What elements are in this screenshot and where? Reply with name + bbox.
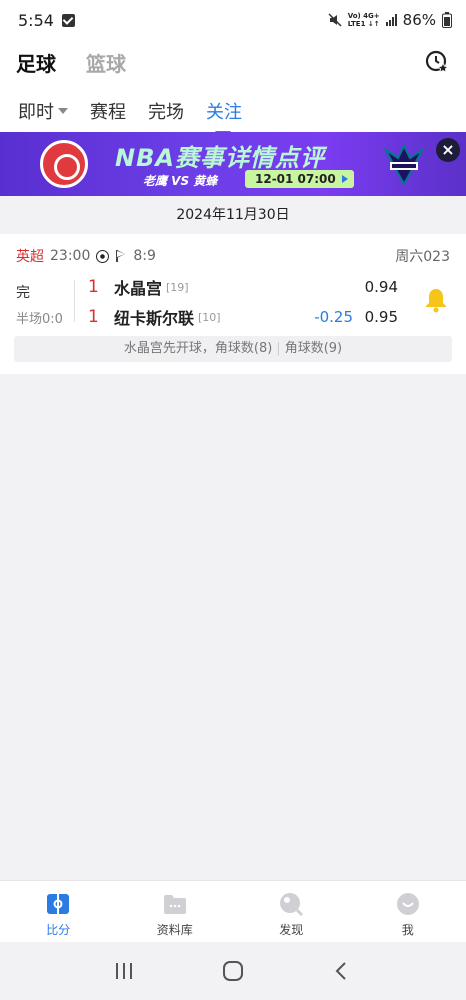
home-icon[interactable] xyxy=(222,960,244,982)
match-code: 周六023 xyxy=(395,249,450,265)
notification-check-icon xyxy=(61,13,75,27)
tab-live[interactable]: 即时 xyxy=(18,98,68,124)
folder-icon xyxy=(163,895,186,914)
match-status: 完 半场0:0 xyxy=(16,282,63,327)
nav-discover[interactable]: 发现 xyxy=(233,881,350,942)
corner-count: 8:9 xyxy=(133,248,156,264)
away-team-row: 1 纽卡斯尔联 [10] -0.25 0.95 xyxy=(88,306,408,328)
nav-scores[interactable]: 比分 xyxy=(0,881,117,942)
battery-icon xyxy=(442,12,452,28)
banner-close-button[interactable]: × xyxy=(436,138,460,162)
away-team-rank: [10] xyxy=(198,310,221,324)
home-team-row: 1 水晶宫 [19] 0.94 xyxy=(88,276,408,298)
signal-icon xyxy=(385,14,397,26)
sport-tabs: 足球 篮球 xyxy=(0,40,466,84)
bottom-navigation: 比分 资料库 发现 我 xyxy=(0,880,466,942)
home-team-name: 水晶宫 xyxy=(114,279,163,298)
league-name: 英超 xyxy=(16,249,44,265)
hornets-logo xyxy=(383,143,425,187)
half-time-score: 半场0:0 xyxy=(16,312,63,327)
away-odds: 0.95 xyxy=(364,308,398,326)
banner-matchup: 老鹰 VS 黄蜂 xyxy=(143,174,218,188)
banner-title: NBA赛事详情点评 xyxy=(115,144,325,172)
match-card[interactable]: 英超 23:00 8:9 周六023 完 半场0:0 1 水晶宫 [19] 0.… xyxy=(0,234,466,374)
status-bar: 5:54 Vo) 4G+ LTE1 ↓↑ 86% xyxy=(0,0,466,40)
profile-icon xyxy=(396,893,419,915)
hawks-logo xyxy=(40,140,88,188)
tab-finished[interactable]: 完场 xyxy=(148,98,184,124)
network-type: Vo) 4G+ LTE1 ↓↑ xyxy=(347,12,380,28)
home-team-rank: [19] xyxy=(166,280,189,294)
home-odds: 0.94 xyxy=(364,278,398,296)
away-team-name: 纽卡斯尔联 xyxy=(114,309,195,328)
discover-icon xyxy=(280,893,304,917)
status-time: 5:54 xyxy=(18,10,54,30)
tab-following[interactable]: 关注 xyxy=(206,98,242,134)
tab-football[interactable]: 足球 xyxy=(16,48,56,77)
mute-icon xyxy=(328,13,342,27)
status-indicators: Vo) 4G+ LTE1 ↓↑ 86% xyxy=(328,11,452,29)
kickoff-time: 23:00 xyxy=(50,248,91,264)
football-icon xyxy=(96,249,110,263)
recent-apps-icon[interactable] xyxy=(113,960,135,982)
banner-time: 12-01 07:00 xyxy=(245,170,354,188)
tab-schedule[interactable]: 赛程 xyxy=(90,98,126,124)
corner-flag-icon xyxy=(115,250,127,262)
away-score: 1 xyxy=(88,307,99,327)
nav-profile[interactable]: 我 xyxy=(350,881,466,942)
divider xyxy=(74,280,75,322)
chevron-down-icon xyxy=(58,108,68,114)
history-clock-icon[interactable] xyxy=(424,48,450,74)
date-header: 2024年11月30日 xyxy=(0,196,466,234)
status-finished: 完 xyxy=(16,285,30,301)
sub-tabs: 即时 赛程 完场 关注 xyxy=(0,84,466,134)
home-score: 1 xyxy=(88,277,99,297)
promo-banner[interactable]: NBA赛事详情点评 老鹰 VS 黄蜂 12-01 07:00 xyxy=(0,132,466,196)
back-icon[interactable] xyxy=(331,960,353,982)
match-note: 水晶宫先开球，角球数(8) | 角球数(9) xyxy=(14,336,452,362)
scoreboard-icon xyxy=(47,894,70,914)
handicap-line: -0.25 xyxy=(314,308,353,326)
nav-database[interactable]: 资料库 xyxy=(117,881,234,942)
match-meta: 英超 23:00 8:9 xyxy=(16,246,156,266)
bell-icon[interactable] xyxy=(424,287,448,313)
system-navigation xyxy=(0,942,466,1000)
battery-level: 86% xyxy=(402,11,436,29)
tab-basketball[interactable]: 篮球 xyxy=(86,48,126,77)
